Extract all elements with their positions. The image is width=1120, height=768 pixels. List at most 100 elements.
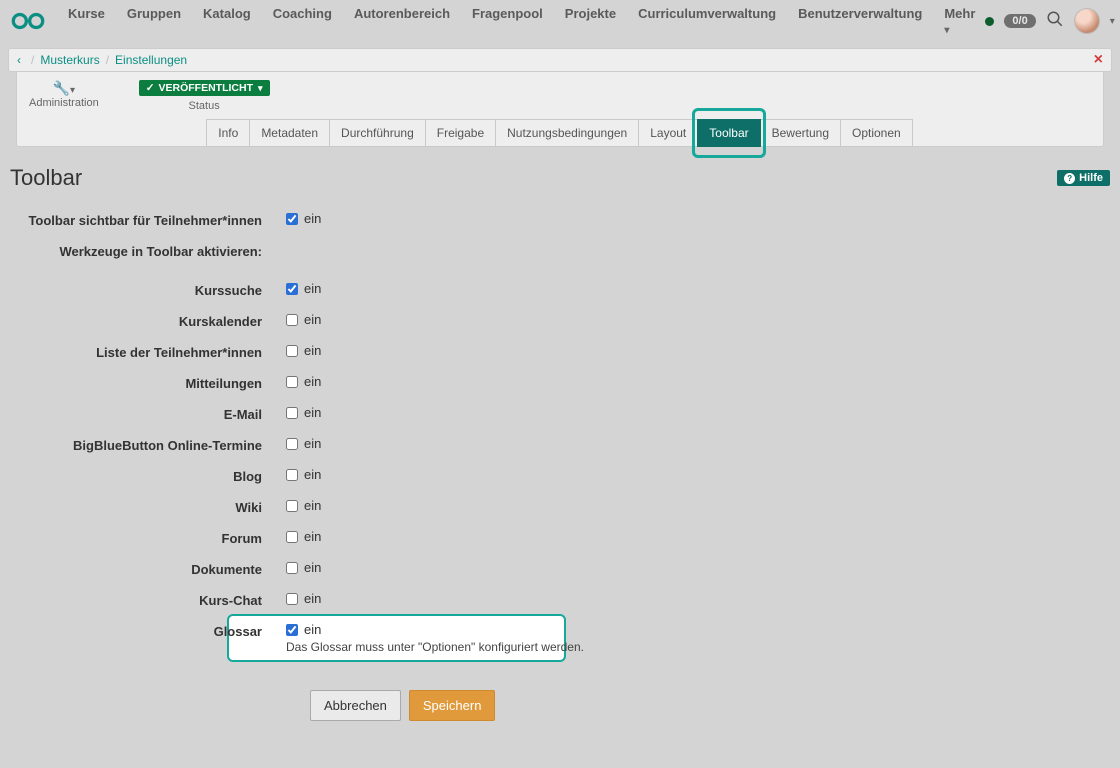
nav-coaching[interactable]: Coaching <box>263 0 342 46</box>
onlabel-visible: ein <box>304 211 321 226</box>
chevron-down-icon: ▾ <box>944 25 949 36</box>
nav-projekte[interactable]: Projekte <box>555 0 626 46</box>
onlabel-email: ein <box>304 405 321 420</box>
tab-layout[interactable]: Layout <box>638 119 698 147</box>
administration-menu[interactable]: 🔧▾ Administration <box>29 80 99 112</box>
save-button[interactable]: Speichern <box>409 690 496 721</box>
checkbox-forum[interactable] <box>286 531 298 543</box>
form-actions: Abbrechen Speichern <box>10 668 1110 721</box>
label-visible: Toolbar sichtbar für Teilnehmer*innen <box>10 211 286 228</box>
onlabel-blog: ein <box>304 467 321 482</box>
user-menu-caret-icon[interactable]: ▾ <box>1110 16 1115 27</box>
wrench-icon: 🔧▾ <box>29 80 99 97</box>
breadcrumb-musterkurs[interactable]: Musterkurs <box>40 53 99 67</box>
search-icon[interactable] <box>1046 10 1064 33</box>
onlabel-mitteilungen: ein <box>304 374 321 389</box>
row-chat: Kurs-Chat ein <box>10 591 1110 608</box>
chevron-down-icon: ▾ <box>258 83 263 94</box>
nav-links: Kurse Gruppen Katalog Coaching Autorenbe… <box>58 0 985 46</box>
checkbox-bbb[interactable] <box>286 438 298 450</box>
logo-icon[interactable] <box>10 11 46 31</box>
status-column: ✓ VERÖFFENTLICHT ▾ Status <box>139 80 270 112</box>
checkbox-email[interactable] <box>286 407 298 419</box>
nav-mehr-label: Mehr <box>944 6 975 21</box>
page-title: Toolbar <box>10 165 82 191</box>
nav-right: 0/0 ▾ <box>985 8 1114 34</box>
label-kurskalender: Kurskalender <box>10 312 286 329</box>
onlabel-glossar: ein <box>304 622 321 637</box>
tab-nutzungsbedingungen[interactable]: Nutzungsbedingungen <box>495 119 639 147</box>
nav-katalog[interactable]: Katalog <box>193 0 261 46</box>
nav-kurse[interactable]: Kurse <box>58 0 115 46</box>
tab-durchfuehrung[interactable]: Durchführung <box>329 119 426 147</box>
checkbox-kurssuche[interactable] <box>286 283 298 295</box>
status-badge-text: VERÖFFENTLICHT <box>159 82 254 94</box>
label-glossar: Glossar <box>10 622 286 639</box>
label-dokumente: Dokumente <box>10 560 286 577</box>
tab-freigabe[interactable]: Freigabe <box>425 119 496 147</box>
checkbox-kurskalender[interactable] <box>286 314 298 326</box>
settings-tabs: Info Metadaten Durchführung Freigabe Nut… <box>17 119 1103 147</box>
row-kurssuche: Kurssuche ein <box>10 281 1110 298</box>
label-email: E-Mail <box>10 405 286 422</box>
breadcrumb: ‹ / Musterkurs / Einstellungen × <box>8 48 1112 72</box>
help-label: Hilfe <box>1079 172 1103 184</box>
tab-metadaten[interactable]: Metadaten <box>249 119 330 147</box>
admin-strip: 🔧▾ Administration ✓ VERÖFFENTLICHT ▾ Sta… <box>16 72 1104 147</box>
nav-gruppen[interactable]: Gruppen <box>117 0 191 46</box>
checkbox-mitteilungen[interactable] <box>286 376 298 388</box>
checkbox-visible[interactable] <box>286 213 298 225</box>
onlabel-dokumente: ein <box>304 560 321 575</box>
nav-benutzerverwaltung[interactable]: Benutzerverwaltung <box>788 0 932 46</box>
label-chat: Kurs-Chat <box>10 591 286 608</box>
glossar-hint: Das Glossar muss unter "Optionen" konfig… <box>286 640 584 654</box>
nav-autorenbereich[interactable]: Autorenbereich <box>344 0 460 46</box>
row-bbb: BigBlueButton Online-Termine ein <box>10 436 1110 453</box>
nav-fragenpool[interactable]: Fragenpool <box>462 0 553 46</box>
help-icon: ? <box>1064 173 1075 184</box>
tab-info[interactable]: Info <box>206 119 250 147</box>
breadcrumb-einstellungen[interactable]: Einstellungen <box>115 53 187 67</box>
onlabel-bbb: ein <box>304 436 321 451</box>
status-badge[interactable]: ✓ VERÖFFENTLICHT ▾ <box>139 80 270 96</box>
tab-optionen[interactable]: Optionen <box>840 119 913 147</box>
row-dokumente: Dokumente ein <box>10 560 1110 577</box>
onlabel-forum: ein <box>304 529 321 544</box>
row-kurskalender: Kurskalender ein <box>10 312 1110 329</box>
top-nav: Kurse Gruppen Katalog Coaching Autorenbe… <box>0 0 1120 42</box>
close-icon[interactable]: × <box>1094 51 1103 69</box>
checkbox-dokumente[interactable] <box>286 562 298 574</box>
tab-bewertung[interactable]: Bewertung <box>760 119 841 147</box>
presence-dot-icon[interactable] <box>985 17 994 26</box>
onlabel-kurssuche: ein <box>304 281 321 296</box>
breadcrumb-back-icon[interactable]: ‹ <box>17 53 25 67</box>
onlabel-wiki: ein <box>304 498 321 513</box>
page-head: Toolbar ? Hilfe <box>0 147 1120 191</box>
counter-badge[interactable]: 0/0 <box>1004 14 1035 28</box>
tab-toolbar-label: Toolbar <box>709 126 748 140</box>
label-blog: Blog <box>10 467 286 484</box>
cancel-button[interactable]: Abbrechen <box>310 690 401 721</box>
checkbox-glossar[interactable] <box>286 624 298 636</box>
tab-toolbar[interactable]: Toolbar <box>697 119 760 147</box>
checkbox-chat[interactable] <box>286 593 298 605</box>
checkbox-wiki[interactable] <box>286 500 298 512</box>
avatar[interactable] <box>1074 8 1100 34</box>
label-kurssuche: Kurssuche <box>10 281 286 298</box>
row-email: E-Mail ein <box>10 405 1110 422</box>
nav-mehr[interactable]: Mehr ▾ <box>934 0 985 46</box>
breadcrumb-sep: / <box>100 53 115 67</box>
row-teilnehmer: Liste der Teilnehmer*innen ein <box>10 343 1110 360</box>
row-wiki: Wiki ein <box>10 498 1110 515</box>
row-tools-header: Werkzeuge in Toolbar aktivieren: <box>10 242 1110 259</box>
nav-curriculumverwaltung[interactable]: Curriculumverwaltung <box>628 0 786 46</box>
administration-label: Administration <box>29 97 99 109</box>
label-mitteilungen: Mitteilungen <box>10 374 286 391</box>
checkbox-blog[interactable] <box>286 469 298 481</box>
help-button[interactable]: ? Hilfe <box>1057 170 1110 186</box>
checkbox-teilnehmer[interactable] <box>286 345 298 357</box>
label-tools-header: Werkzeuge in Toolbar aktivieren: <box>10 242 286 259</box>
label-forum: Forum <box>10 529 286 546</box>
onlabel-teilnehmer: ein <box>304 343 321 358</box>
label-wiki: Wiki <box>10 498 286 515</box>
